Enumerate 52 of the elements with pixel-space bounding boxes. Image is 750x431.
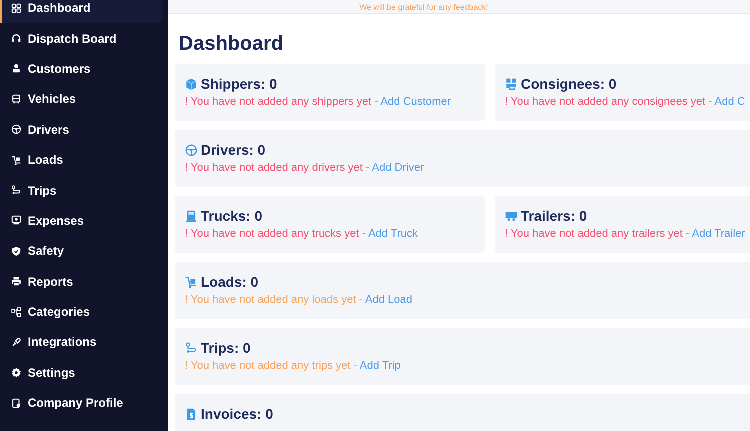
route-icon [185,342,198,354]
empty-notice: ! You have not added any trucks yet - [185,228,368,240]
box-icon [185,78,198,90]
bus-icon [11,94,22,105]
feedback-text: We will be grateful for any feedback! [360,3,488,13]
sidebar-item[interactable]: Expenses [0,206,162,236]
boxes-icon [505,78,518,90]
sidebar-item[interactable]: Vehicles [0,84,162,115]
sidebar-item[interactable]: Settings [0,358,162,388]
card-title: Trailers: 0 [521,207,588,225]
sidebar-item[interactable]: Dashboard [0,0,162,24]
clipboard-icon [11,398,22,409]
card-title: Consignees: 0 [521,75,617,93]
empty-notice: ! You have not added any trailers yet - [505,228,691,240]
card-title: Drivers: 0 [201,141,266,159]
sidebar-item[interactable]: Safety [0,236,162,267]
empty-notice: ! You have not added any consignees yet - [505,96,714,108]
sidebar-item[interactable]: Drivers [0,114,162,145]
settings-icon [11,367,22,378]
printer-icon [11,276,22,288]
card-title: Invoices: 0 [201,405,274,423]
steering-wheel-icon [11,124,22,136]
card-title: Shippers: 0 [201,75,278,93]
card-title: Trucks: 0 [201,207,262,225]
sidebar-item[interactable]: Customers [0,54,162,84]
shield-icon [11,246,22,257]
sidebar-item[interactable]: Trips [0,175,162,206]
sidebar-item[interactable]: Categories [0,296,162,328]
hand-truck-icon [185,276,198,288]
sidebar-item[interactable]: Integrations [0,327,162,358]
empty-notice: ! You have not added any shippers yet - [185,96,380,108]
headset-icon [11,33,22,44]
route-icon [11,185,22,196]
diagram-icon [11,306,22,318]
truck-icon [185,210,198,222]
sidebar-item[interactable]: Reports [0,266,162,297]
monitor-icon [11,215,22,226]
person-icon [11,63,22,74]
steering-wheel-icon [185,144,198,156]
sidebar-item[interactable]: Company Profile [0,388,162,418]
invoice-icon [185,408,198,420]
grid-icon [11,2,22,14]
sidebar-item[interactable]: Dispatch Board [0,23,162,54]
page-title: Dashboard [179,32,284,57]
card-title: Loads: 0 [201,273,259,291]
empty-notice: ! You have not added any loads yet - [185,294,364,306]
sidebar-item[interactable]: Loads [0,144,162,176]
trailer-icon [505,210,518,222]
hand-truck-icon [11,154,22,166]
empty-notice: ! You have not added any trips yet - [185,360,358,372]
card-title: Trips: 0 [201,339,251,357]
empty-notice: ! You have not added any drivers yet - [185,162,371,174]
